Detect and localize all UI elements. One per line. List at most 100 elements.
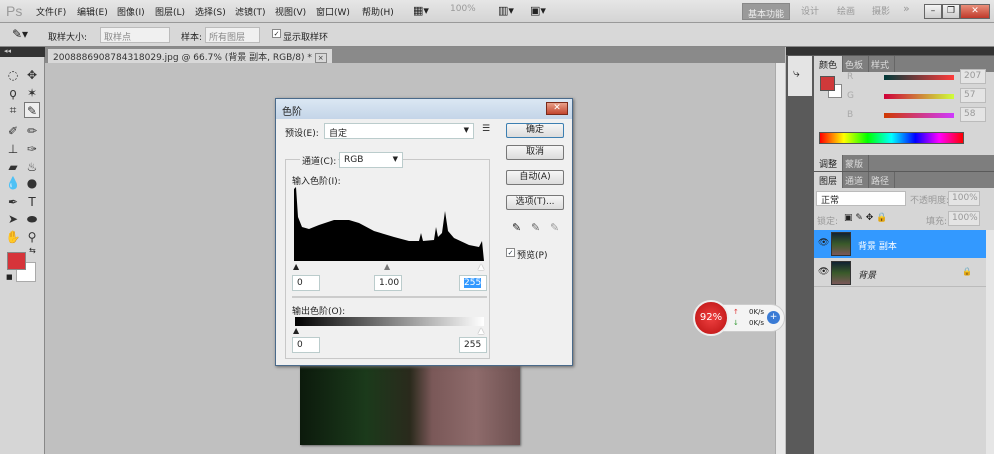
blur-tool-icon[interactable]: 💧 <box>5 175 21 191</box>
plus-icon[interactable]: + <box>767 311 780 324</box>
crop-tool-icon[interactable]: ⌗ <box>5 102 21 118</box>
output-black-slider[interactable]: ▲ <box>293 326 299 335</box>
eyedropper-tool-icon[interactable]: ✎ <box>24 102 40 118</box>
history-brush-icon[interactable]: ✑ <box>24 141 40 157</box>
preview-checkbox[interactable]: ✓ <box>506 248 515 257</box>
g-value[interactable]: 57 <box>960 88 986 103</box>
auto-button[interactable]: 自动(A) <box>506 170 564 185</box>
show-ring-checkbox[interactable]: ✓ <box>272 29 281 38</box>
arrange-icon[interactable]: ▥▾ <box>498 4 514 17</box>
dodge-tool-icon[interactable]: ● <box>24 175 40 191</box>
workspace-essentials[interactable]: 基本功能 <box>742 3 790 20</box>
canvas-scrollbar[interactable] <box>775 63 785 454</box>
layers-scrollbar[interactable] <box>986 230 994 454</box>
default-colors-icon[interactable]: ■ <box>6 273 13 281</box>
b-value[interactable]: 58 <box>960 107 986 122</box>
menu-file[interactable]: 文件(F) <box>36 5 66 18</box>
close-document-icon[interactable]: × <box>314 53 327 63</box>
input-black-slider[interactable]: ▲ <box>293 262 299 271</box>
close-button[interactable]: ✕ <box>960 4 990 19</box>
tab-swatches[interactable]: 色板 <box>840 56 870 72</box>
pen-tool-icon[interactable]: ✒ <box>5 194 21 210</box>
tab-layers[interactable]: 图层 <box>814 172 844 188</box>
menu-filter[interactable]: 滤镜(T) <box>235 5 266 18</box>
input-white-field[interactable]: 255 <box>459 275 487 291</box>
r-value[interactable]: 207 <box>960 69 986 84</box>
history-panel-icon[interactable]: ⤷ <box>788 56 812 96</box>
minimize-button[interactable]: – <box>924 4 942 19</box>
menu-edit[interactable]: 编辑(E) <box>77 5 108 18</box>
foreground-color-swatch[interactable] <box>7 252 26 270</box>
blend-mode-select[interactable]: 正常 <box>816 191 906 206</box>
b-slider[interactable] <box>884 113 954 118</box>
swap-colors-icon[interactable]: ⇆ <box>29 246 36 255</box>
ok-button[interactable]: 确定 <box>506 123 564 138</box>
output-white-slider[interactable]: ▲ <box>478 326 484 335</box>
tab-channels[interactable]: 通道 <box>840 172 870 188</box>
input-gamma-slider[interactable]: ▲ <box>384 262 390 271</box>
visibility-eye-icon[interactable]: 👁 <box>818 238 829 248</box>
shape-tool-icon[interactable]: ⬬ <box>24 211 40 227</box>
tab-styles[interactable]: 样式 <box>866 56 896 72</box>
input-gamma-field[interactable]: 1.00 <box>374 275 402 291</box>
sample-size-select[interactable]: 取样点 <box>100 27 170 43</box>
tab-paths[interactable]: 路径 <box>866 172 896 188</box>
screen-icon[interactable]: ▣▾ <box>530 4 546 17</box>
zoom-select[interactable]: 100% <box>450 4 476 14</box>
options-button[interactable]: 选项(T)... <box>506 195 564 210</box>
r-slider[interactable] <box>884 75 954 80</box>
healing-brush-icon[interactable]: ✐ <box>5 123 21 139</box>
input-black-field[interactable]: 0 <box>292 275 320 291</box>
lock-icons[interactable]: ▣ ✎ ✥ 🔒 <box>844 213 887 223</box>
output-black-field[interactable]: 0 <box>292 337 320 353</box>
paint-bucket-icon[interactable]: ♨ <box>24 159 40 175</box>
hand-tool-icon[interactable]: ✋ <box>5 229 21 245</box>
restore-button[interactable]: ❐ <box>942 4 960 19</box>
black-eyedropper-icon[interactable]: ✎ <box>512 221 521 234</box>
more-workspaces[interactable]: » <box>903 2 910 15</box>
color-spectrum[interactable] <box>819 132 964 144</box>
output-white-field[interactable]: 255 <box>459 337 487 353</box>
workspace-photography[interactable]: 摄影 <box>872 4 890 17</box>
cancel-button[interactable]: 取消 <box>506 145 564 160</box>
workspace-design[interactable]: 设计 <box>801 4 819 17</box>
menu-help[interactable]: 帮助(H) <box>362 5 394 18</box>
type-tool-icon[interactable]: T <box>24 194 40 210</box>
gray-eyedropper-icon[interactable]: ✎ <box>531 221 540 234</box>
magic-wand-icon[interactable]: ✶ <box>24 85 40 101</box>
white-eyedropper-icon[interactable]: ✎ <box>550 221 559 234</box>
brush-tool-icon[interactable]: ✏ <box>24 123 40 139</box>
path-select-icon[interactable]: ➤ <box>5 211 21 227</box>
sample-select[interactable]: 所有图层 <box>205 27 260 43</box>
move-tool-icon[interactable]: ✥ <box>24 67 40 83</box>
g-slider[interactable] <box>884 94 954 99</box>
menu-select[interactable]: 选择(S) <box>195 5 226 18</box>
menu-layer[interactable]: 图层(L) <box>155 5 185 18</box>
layer-row[interactable]: 👁 背景 🔒 <box>814 259 986 287</box>
visibility-eye-icon[interactable]: 👁 <box>818 267 829 277</box>
network-speed-widget[interactable]: 92% ↑ ↓ 0K/s 0K/s + <box>693 300 785 336</box>
document-tab[interactable]: 2008886908784318029.jpg @ 66.7% (背景 副本, … <box>48 49 332 63</box>
lasso-tool-icon[interactable]: ϙ <box>5 85 21 101</box>
tab-adjustments[interactable]: 调整 <box>814 155 844 171</box>
menu-image[interactable]: 图像(I) <box>117 5 145 18</box>
channel-select[interactable]: RGB ▼ <box>339 152 403 168</box>
tab-color[interactable]: 颜色 <box>814 56 844 72</box>
eraser-tool-icon[interactable]: ▰ <box>5 159 21 175</box>
eyedropper-preset-icon[interactable]: ✎▾ <box>12 27 28 41</box>
workspace-painting[interactable]: 绘画 <box>837 4 855 17</box>
menu-view[interactable]: 视图(V) <box>275 5 306 18</box>
menu-window[interactable]: 窗口(W) <box>316 5 350 18</box>
stamp-tool-icon[interactable]: ⊥ <box>5 141 21 157</box>
marquee-tool-icon[interactable]: ◌ <box>5 67 21 83</box>
zoom-tool-icon[interactable]: ⚲ <box>24 229 40 245</box>
screen-mode-icon[interactable]: ▦▾ <box>413 4 429 17</box>
layer-row-selected[interactable]: 👁 背景 副本 <box>814 230 986 258</box>
dialog-close-button[interactable]: ✕ <box>546 102 568 115</box>
tab-masks[interactable]: 蒙版 <box>840 155 870 171</box>
input-white-slider[interactable]: ▲ <box>478 262 484 271</box>
color-fg-swatch[interactable] <box>820 76 835 91</box>
fill-field[interactable]: 100% <box>948 211 980 226</box>
toolbar-collapse[interactable]: ◂◂ <box>0 47 45 57</box>
opacity-field[interactable]: 100% <box>948 191 980 206</box>
